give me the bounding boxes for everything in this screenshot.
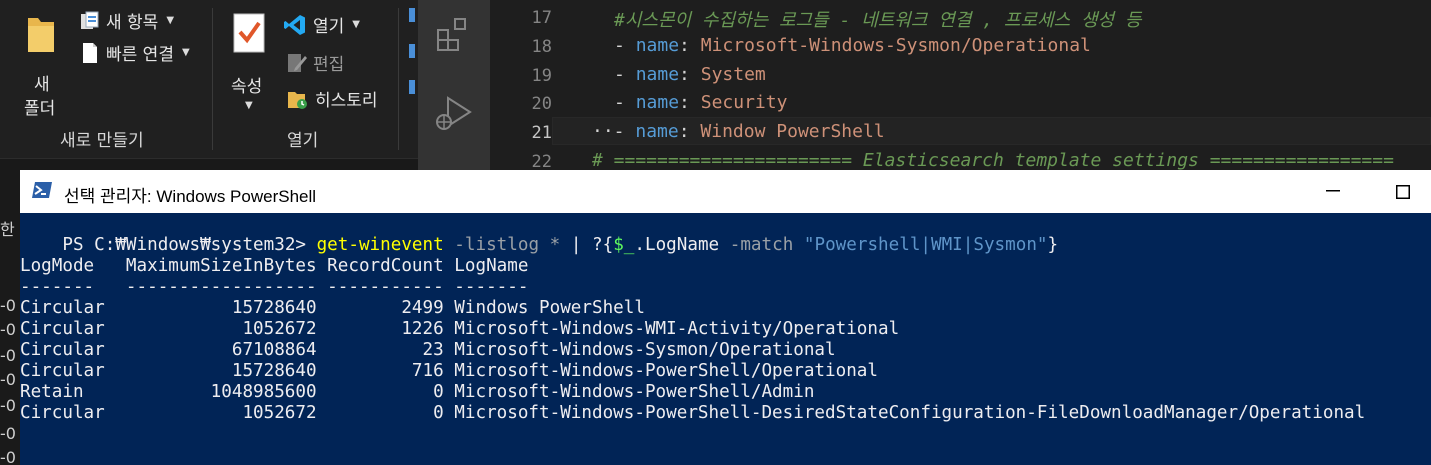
parameter: -listlog bbox=[443, 235, 540, 255]
easy-access-button[interactable]: 빠른 연결 ▼ bbox=[80, 40, 190, 65]
strip-text: -0 bbox=[0, 396, 16, 415]
table-row: Circular 1052672 1226 Microsoft-Windows-… bbox=[20, 319, 900, 339]
maximize-icon bbox=[1396, 185, 1410, 199]
powershell-icon bbox=[32, 182, 52, 198]
powershell-title-bar[interactable]: 선택 관리자: Windows PowerShell bbox=[20, 170, 1431, 213]
powershell-console[interactable]: PS C:₩Windows₩system32> get-winevent -li… bbox=[20, 213, 1431, 465]
string-literal: "Powershell|WMI|Sysmon" bbox=[803, 235, 1048, 255]
new-folder-label-line1: 새 bbox=[34, 75, 50, 95]
table-underline: ------- ------------------ ----------- -… bbox=[20, 277, 529, 297]
open-label: 열기 bbox=[313, 17, 345, 37]
prompt: PS C:₩Windows₩system32> bbox=[62, 235, 317, 255]
window-title: 선택 관리자: Windows PowerShell bbox=[64, 187, 317, 206]
new-item-button[interactable]: 새 항목 ▼ bbox=[80, 8, 174, 33]
table-row: Circular 67108864 23 Microsoft-Windows-S… bbox=[20, 340, 836, 360]
code-line: - name: Security bbox=[614, 92, 788, 113]
select-group-edge bbox=[409, 8, 415, 22]
properties-label: 속성 bbox=[231, 77, 263, 97]
line-number: 17 bbox=[531, 8, 552, 28]
edit-label: 편집 bbox=[313, 55, 345, 75]
history-icon bbox=[288, 91, 307, 109]
strip-text: -0 bbox=[0, 448, 16, 465]
history-button[interactable]: 히스토리 bbox=[287, 86, 378, 111]
history-label: 히스토리 bbox=[315, 91, 378, 111]
folder-icon bbox=[28, 18, 54, 52]
minimize-button[interactable] bbox=[1318, 178, 1348, 204]
background-window-strip: 한 -0 -0 -0 -0 -0 -0 -0 bbox=[0, 170, 20, 465]
table-header: LogMode MaximumSizeInBytes RecordCount L… bbox=[20, 256, 529, 276]
strip-text: -0 bbox=[0, 320, 16, 339]
strip-text: -0 bbox=[0, 296, 16, 315]
open-button[interactable]: 열기 ▼ bbox=[283, 12, 360, 37]
code-line-comment: #시스몬이 수집하는 로그들 - 네트워크 연결 , 프로세스 생성 등 bbox=[614, 10, 1142, 31]
line-number: 21 bbox=[531, 123, 552, 143]
select-group-edge bbox=[409, 44, 415, 58]
line-number: 18 bbox=[531, 37, 552, 57]
extensions-icon[interactable] bbox=[434, 14, 474, 54]
code-editor[interactable]: 17 #시스몬이 수집하는 로그들 - 네트워크 연결 , 프로세스 생성 등 … bbox=[490, 0, 1431, 172]
strip-text: 한 bbox=[0, 220, 15, 239]
explorer-address-strip bbox=[0, 158, 418, 170]
strip-text: -0 bbox=[0, 424, 16, 443]
new-item-icon bbox=[81, 11, 99, 29]
edit-button[interactable]: 편집 bbox=[287, 50, 344, 75]
group-open-label: 열기 bbox=[287, 131, 319, 151]
group-separator bbox=[212, 8, 213, 150]
group-new-label: 새로 만들기 bbox=[60, 131, 144, 151]
maximize-button[interactable] bbox=[1390, 180, 1416, 204]
minimize-icon bbox=[1326, 190, 1340, 192]
command-line: PS C:₩Windows₩system32> get-winevent -li… bbox=[62, 235, 1059, 255]
group-separator bbox=[398, 8, 399, 150]
code-line-comment: # ====================== Elasticsearch t… bbox=[592, 150, 1394, 171]
properties-button[interactable]: 속성 ▼ bbox=[226, 8, 272, 112]
table-row: Circular 1052672 0 Microsoft-Windows-Pow… bbox=[20, 403, 1366, 423]
easy-access-icon bbox=[83, 42, 97, 63]
code-line: ··- name: Window PowerShell bbox=[592, 121, 885, 142]
vscode-icon bbox=[284, 14, 305, 35]
new-item-label: 새 항목 bbox=[106, 13, 159, 33]
code-line: - name: Microsoft-Windows-Sysmon/Operati… bbox=[614, 35, 1091, 56]
code-line: - name: System bbox=[614, 64, 766, 85]
line-number: 22 bbox=[531, 152, 552, 172]
cmdlet: get-winevent bbox=[316, 235, 444, 255]
edit-icon bbox=[288, 53, 307, 72]
strip-text: -0 bbox=[0, 346, 16, 365]
chevron-down-icon: ▼ bbox=[181, 47, 190, 58]
run-debug-icon[interactable] bbox=[432, 92, 476, 136]
vscode-activity-bar bbox=[418, 0, 490, 170]
new-folder-button[interactable]: 새 폴더 bbox=[20, 8, 64, 119]
chevron-down-icon: ▼ bbox=[166, 15, 175, 26]
easy-access-label: 빠른 연결 bbox=[106, 45, 174, 65]
line-number: 20 bbox=[531, 94, 552, 114]
line-number: 19 bbox=[531, 66, 552, 86]
chevron-down-icon: ▼ bbox=[352, 19, 360, 30]
table-row: Retain 1048985600 0 Microsoft-Windows-Po… bbox=[20, 382, 815, 402]
table-row: Circular 15728640 716 Microsoft-Windows-… bbox=[20, 361, 878, 381]
select-group-edge bbox=[409, 80, 415, 94]
table-row: Circular 15728640 2499 Windows PowerShel… bbox=[20, 298, 645, 318]
new-folder-label-line2: 폴더 bbox=[24, 99, 56, 119]
properties-icon bbox=[233, 13, 265, 53]
strip-text: -0 bbox=[0, 370, 16, 389]
chevron-down-icon: ▼ bbox=[245, 100, 253, 111]
variable: $_ bbox=[613, 235, 635, 255]
explorer-ribbon: 새 폴더 새 항목 ▼ 빠른 연결 ▼ 새로 만들기 속성 ▼ 열기 ▼ 편집 … bbox=[0, 0, 418, 158]
